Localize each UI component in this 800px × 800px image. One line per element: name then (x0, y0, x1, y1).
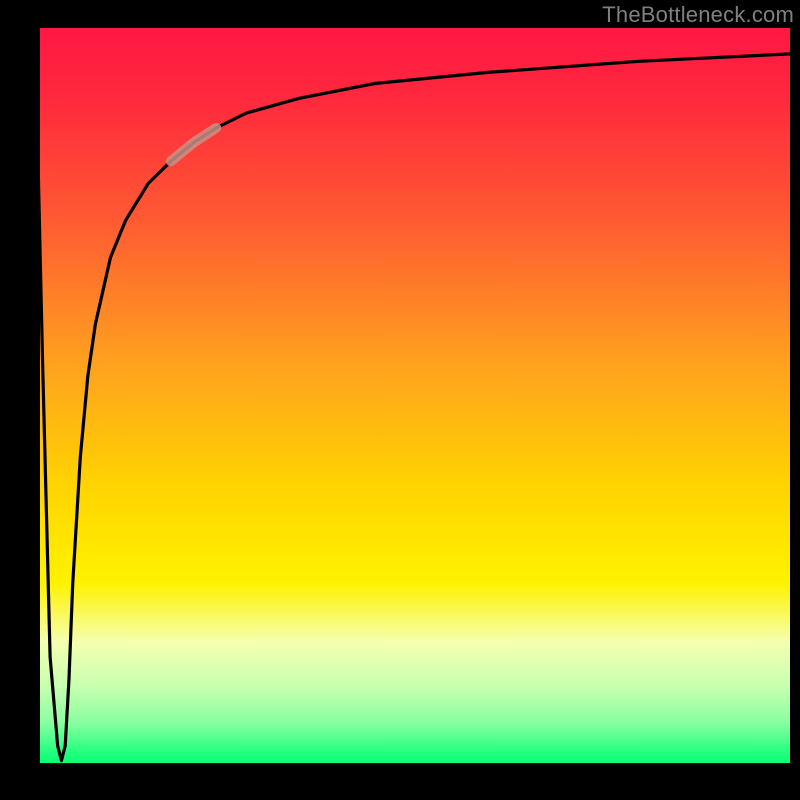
watermark-label: TheBottleneck.com (602, 2, 794, 28)
curve-highlight (171, 128, 216, 161)
mask-left (0, 0, 35, 800)
y-axis (35, 28, 40, 768)
chart-frame: TheBottleneck.com (0, 0, 800, 800)
mask-right (790, 0, 800, 800)
mask-bottom (0, 768, 800, 800)
plot-area (35, 28, 790, 768)
bottleneck-curve-path (35, 28, 790, 761)
curve-svg (35, 28, 790, 768)
